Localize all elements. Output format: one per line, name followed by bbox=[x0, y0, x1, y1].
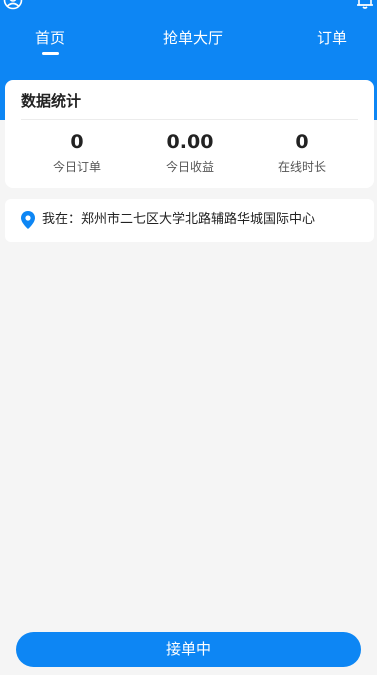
location-card[interactable]: 我在：郑州市二七区大学北路辅路华城国际中心 bbox=[5, 199, 374, 242]
stat-value: 0 bbox=[295, 131, 309, 153]
stat-label: 在线时长 bbox=[277, 160, 326, 174]
tab-home[interactable]: 首页 bbox=[35, 29, 65, 47]
user-icon[interactable] bbox=[3, 0, 23, 10]
current-location-text: 我在：郑州市二七区大学北路辅路华城国际中心 bbox=[42, 212, 316, 227]
tab-grab-order-hall[interactable]: 抢单大厅 bbox=[163, 29, 223, 47]
tab-orders[interactable]: 订单 bbox=[317, 29, 347, 47]
stat-label: 今日收益 bbox=[165, 160, 214, 174]
stats-card-title: 数据统计 bbox=[21, 92, 82, 110]
active-tab-indicator bbox=[42, 52, 59, 55]
stat-value: 0.00 bbox=[166, 131, 214, 153]
stat-online-time: 0 在线时长 bbox=[242, 130, 362, 175]
location-pin-icon bbox=[21, 211, 35, 229]
stat-today-income: 0.00 今日收益 bbox=[130, 130, 250, 175]
stat-label: 今日订单 bbox=[52, 160, 101, 174]
divider bbox=[21, 119, 358, 120]
bell-icon[interactable] bbox=[355, 0, 375, 10]
stat-today-orders: 0 今日订单 bbox=[17, 130, 137, 175]
stats-card: 数据统计 0 今日订单 0.00 今日收益 0 在线时长 bbox=[5, 80, 374, 188]
accepting-orders-button[interactable]: 接单中 bbox=[16, 632, 361, 667]
stat-value: 0 bbox=[70, 131, 84, 153]
